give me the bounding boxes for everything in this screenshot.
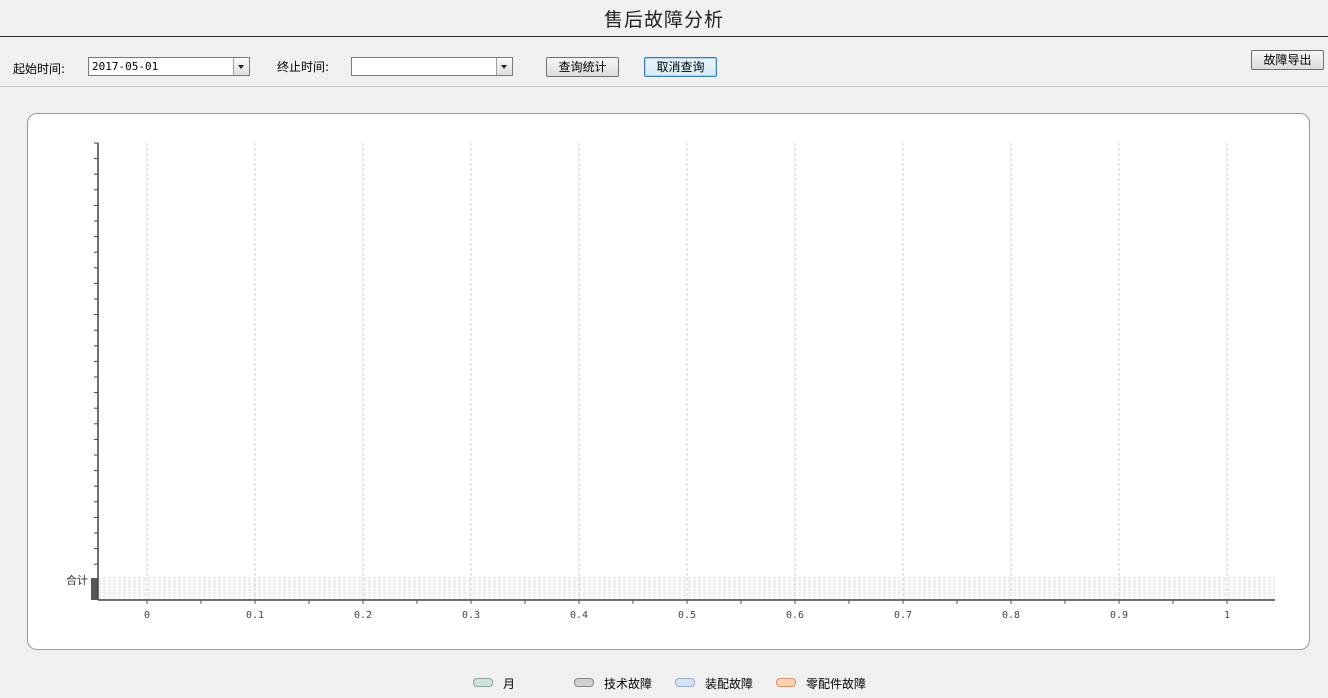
x-tick-label-8: 0.8 xyxy=(1002,610,1020,621)
legend-label: 月 xyxy=(503,677,516,691)
query-toolbar: 起始时间: 2017-05-01 终止时间: 查询统计 取消查询 故障导出 xyxy=(0,37,1328,87)
y-axis-band xyxy=(91,578,98,600)
x-tick-label-9: 0.9 xyxy=(1110,610,1128,621)
fault-chart: 0 0.1 0.2 0.3 0.4 0.5 0.6 0.7 0.8 0.9 1 合计 xyxy=(66,142,1275,621)
legend-swatch xyxy=(675,678,695,687)
legend-swatch xyxy=(776,678,796,687)
query-stats-button[interactable]: 查询统计 xyxy=(546,57,619,77)
legend-label: 零配件故障 xyxy=(806,677,867,691)
x-tick-label-4: 0.4 xyxy=(570,610,588,621)
legend-label: 技术故障 xyxy=(604,677,653,691)
legend-label: 装配故障 xyxy=(705,677,754,691)
x-tick-label-5: 0.5 xyxy=(678,610,696,621)
end-time-label: 终止时间: xyxy=(277,60,330,74)
start-time-value: 2017-05-01 xyxy=(92,60,159,73)
legend-swatch xyxy=(574,678,594,687)
x-tick-label-3: 0.3 xyxy=(462,610,480,621)
x-tick-label-1: 0.1 xyxy=(246,610,264,621)
chart-panel: 0 0.1 0.2 0.3 0.4 0.5 0.6 0.7 0.8 0.9 1 合计 xyxy=(27,113,1310,650)
export-faults-button[interactable]: 故障导出 xyxy=(1251,50,1324,70)
start-time-picker[interactable]: 2017-05-01 xyxy=(88,57,250,76)
chevron-down-icon[interactable] xyxy=(233,58,249,75)
chevron-down-icon[interactable] xyxy=(496,58,512,75)
cancel-query-button[interactable]: 取消查询 xyxy=(644,57,717,77)
y-category-label: 合计 xyxy=(66,573,88,587)
x-tick-label-10: 1 xyxy=(1224,610,1230,621)
page-title: 售后故障分析 xyxy=(603,9,724,31)
x-tick-label-0: 0 xyxy=(144,610,150,621)
x-tick-label-6: 0.6 xyxy=(786,610,804,621)
title-bar: 售后故障分析 xyxy=(0,0,1328,37)
x-tick-label-7: 0.7 xyxy=(894,610,912,621)
start-time-label: 起始时间: xyxy=(13,62,66,76)
end-time-picker[interactable] xyxy=(351,57,513,76)
x-tick-label-2: 0.2 xyxy=(354,610,372,621)
legend-swatch xyxy=(473,678,493,687)
